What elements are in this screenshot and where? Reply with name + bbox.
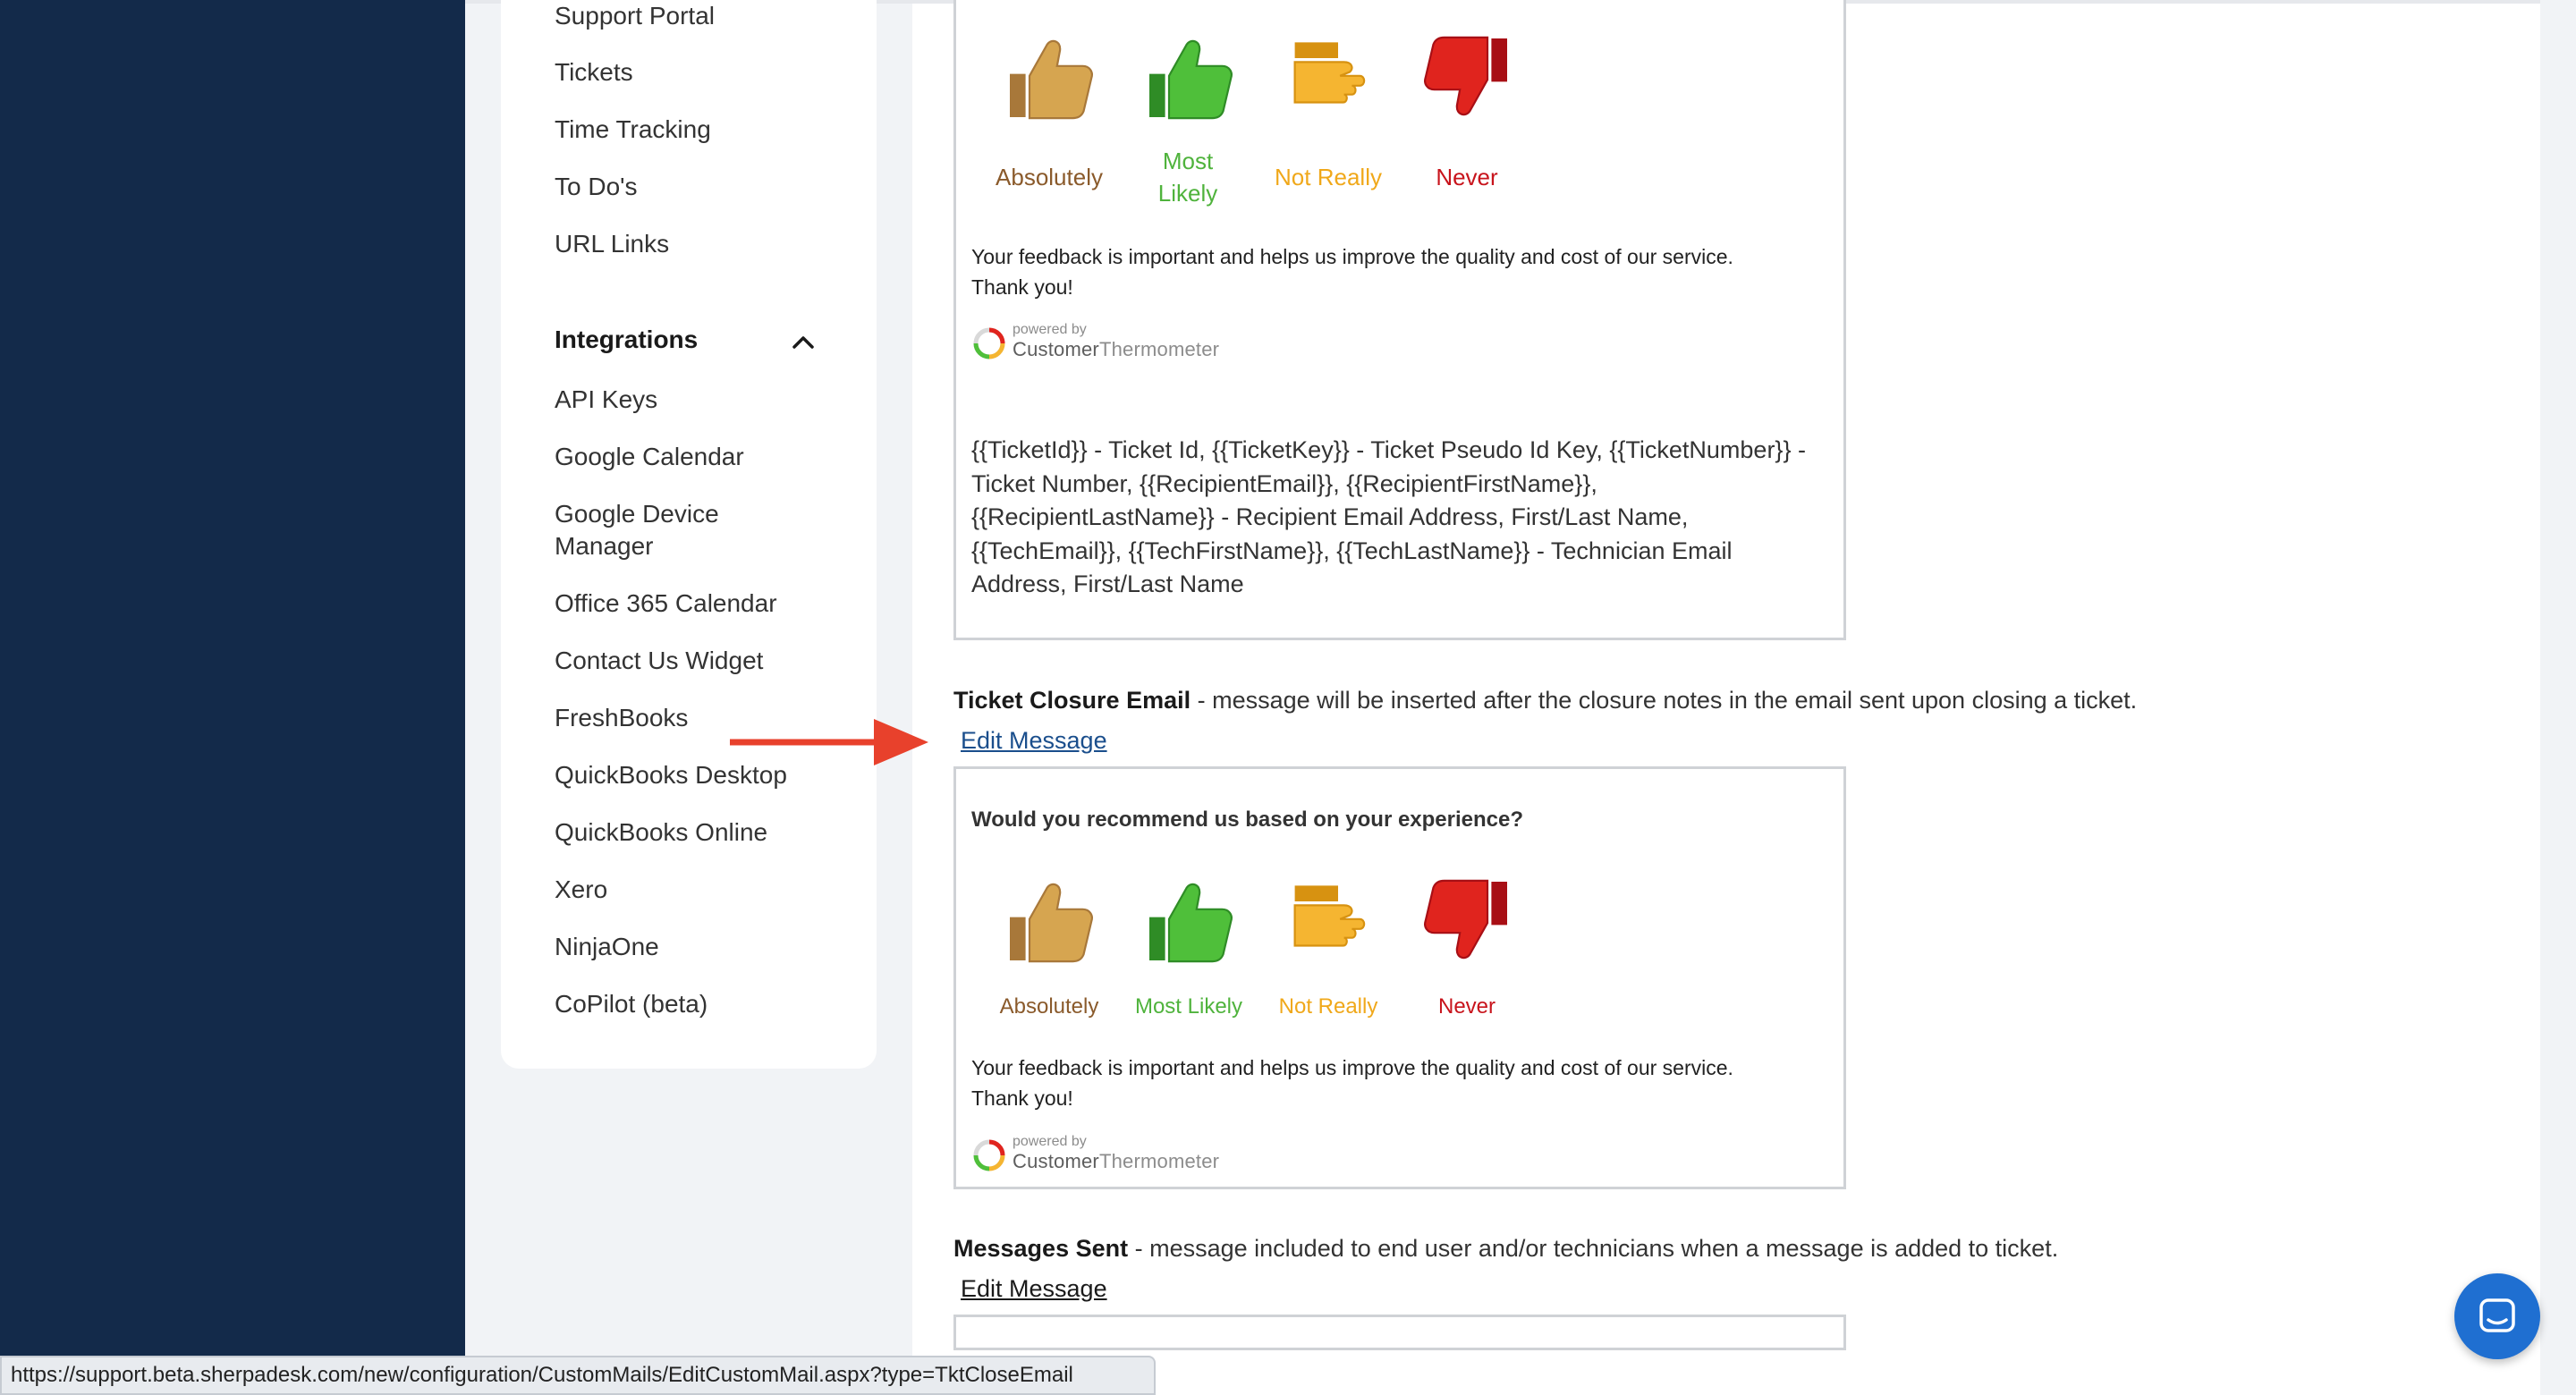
- nav-office365-calendar[interactable]: Office 365 Calendar: [555, 588, 777, 620]
- nav-tickets[interactable]: Tickets: [555, 56, 633, 89]
- template-variables-help: {{TicketId}} - Ticket Id, {{TicketKey}} …: [971, 436, 1806, 597]
- ticket-closure-edit-message-link[interactable]: Edit Message: [961, 727, 1107, 755]
- messages-sent-email-preview: [953, 1315, 1846, 1350]
- thank-you-text: Thank you!: [971, 275, 1073, 299]
- feedback-text: Your feedback is important and helps us …: [971, 245, 1733, 268]
- thank-you-text: Thank you!: [971, 1086, 1073, 1110]
- messages-sent-description: Messages Sent - message included to end …: [953, 1235, 2058, 1263]
- recommend-question: Would you recommend us based on your exp…: [971, 807, 1524, 832]
- status-bar-url: https://support.beta.sherpadesk.com/new/…: [0, 1356, 1156, 1395]
- thumbs-up-icon: [1010, 39, 1093, 120]
- brand-customer: Customer: [1013, 338, 1099, 360]
- thumbs-up-icon: [1149, 883, 1233, 963]
- rating-absolutely[interactable]: Absolutely: [984, 161, 1114, 193]
- thumbs-down-icon: [1424, 36, 1507, 116]
- messages-sent-title: Messages Sent: [953, 1235, 1129, 1262]
- ticket-closure-description: Ticket Closure Email - message will be i…: [953, 687, 2137, 714]
- thumbs-sideways-icon: [1293, 885, 1366, 947]
- thumbs-sideways-icon: [1293, 42, 1366, 104]
- customer-thermometer-logo-icon: [973, 327, 1005, 359]
- thumbs-up-icon: [1149, 39, 1233, 120]
- nav-copilot-beta[interactable]: CoPilot (beta): [555, 988, 708, 1020]
- customer-thermometer-logo-icon: [973, 1139, 1005, 1171]
- chat-launcher-button[interactable]: [2454, 1273, 2540, 1359]
- nav-freshbooks[interactable]: FreshBooks: [555, 702, 688, 734]
- nav-contact-us-widget[interactable]: Contact Us Widget: [555, 645, 763, 677]
- powered-by-label: powered by: [1013, 1134, 1087, 1149]
- thumbs-up-icon: [1010, 883, 1093, 963]
- rating-most-likely[interactable]: Most Likely: [1134, 145, 1241, 209]
- powered-by-brand: CustomerThermometer: [1013, 1150, 1219, 1173]
- brand-thermometer: Thermometer: [1098, 1150, 1220, 1172]
- feedback-text: Your feedback is important and helps us …: [971, 1056, 1733, 1079]
- rating-never[interactable]: Never: [1413, 161, 1521, 193]
- messages-sent-edit-message-link[interactable]: Edit Message: [961, 1275, 1107, 1303]
- nav-url-links[interactable]: URL Links: [555, 228, 669, 260]
- brand-thermometer: Thermometer: [1098, 338, 1220, 360]
- messages-sent-desc-text: - message included to end user and/or te…: [1128, 1235, 2059, 1262]
- rating-never[interactable]: Never: [1413, 991, 1521, 1023]
- nav-time-tracking[interactable]: Time Tracking: [555, 114, 711, 146]
- chevron-up-icon[interactable]: [787, 331, 819, 352]
- chat-icon: [2479, 1298, 2515, 1332]
- nav-section-integrations[interactable]: Integrations: [555, 326, 698, 354]
- powered-by-brand: CustomerThermometer: [1013, 338, 1219, 361]
- ticket-closure-desc-text: - message will be inserted after the clo…: [1191, 687, 2138, 714]
- arrow-right-icon: [730, 719, 928, 765]
- nav-todos[interactable]: To Do's: [555, 171, 638, 203]
- powered-by-label: powered by: [1013, 322, 1087, 337]
- ticket-closure-title: Ticket Closure Email: [953, 687, 1191, 714]
- app-left-rail: [0, 0, 465, 1395]
- rating-not-really[interactable]: Not Really: [1261, 161, 1395, 193]
- brand-customer: Customer: [1013, 1150, 1099, 1172]
- thumbs-down-icon: [1424, 879, 1507, 960]
- nav-xero[interactable]: Xero: [555, 874, 607, 906]
- nav-quickbooks-online[interactable]: QuickBooks Online: [555, 816, 767, 849]
- rating-most-likely[interactable]: Most Likely: [1123, 991, 1254, 1023]
- nav-ninjaone[interactable]: NinjaOne: [555, 931, 659, 963]
- nav-support-portal[interactable]: Support Portal: [555, 0, 715, 32]
- rating-absolutely[interactable]: Absolutely: [984, 991, 1114, 1023]
- nav-api-keys[interactable]: API Keys: [555, 384, 657, 416]
- rating-not-really[interactable]: Not Really: [1261, 991, 1395, 1023]
- nav-google-device-manager[interactable]: Google Device Manager: [555, 498, 787, 562]
- nav-google-calendar[interactable]: Google Calendar: [555, 441, 744, 473]
